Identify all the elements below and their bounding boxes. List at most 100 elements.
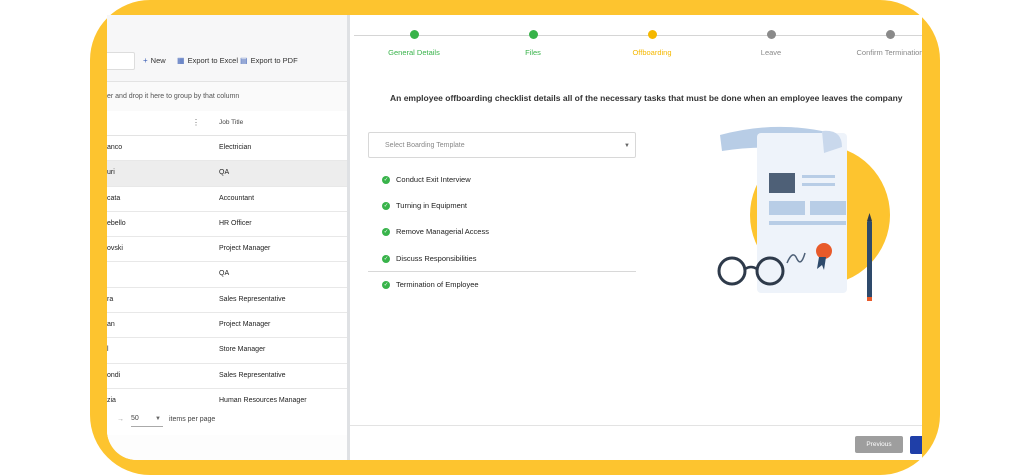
grid-pager: → 50 ▼ items per page	[107, 407, 347, 435]
step-dot	[885, 30, 895, 39]
step-files[interactable]: Files	[483, 30, 583, 57]
job-title-cell: Sales Representative	[219, 295, 286, 303]
text-block	[810, 201, 846, 215]
employee-name-cell: uri	[107, 169, 115, 177]
pencil-eraser	[867, 297, 872, 301]
table-row[interactable]: ondi Sales Representative	[107, 363, 347, 389]
grid-footer	[107, 435, 347, 460]
boarding-template-select[interactable]: Select Boarding Template ▼	[368, 132, 636, 158]
task-label: Discuss Responsibilities	[396, 254, 477, 263]
step-dot	[766, 30, 776, 39]
table-row[interactable]: ebello HR Officer	[107, 211, 347, 238]
job-title-cell: Accountant	[219, 194, 255, 202]
job-title-cell: Project Manager	[219, 321, 271, 329]
job-title-cell: Store Manager	[219, 346, 266, 354]
export-pdf-button[interactable]: ▤ Export to PDF	[240, 56, 298, 65]
wizard-footer-divider	[350, 425, 922, 426]
table-row[interactable]: anco Electrician	[107, 136, 347, 162]
employee-name-cell: l	[107, 346, 109, 354]
column-menu-icon[interactable]: ⋮	[192, 118, 200, 127]
next-button[interactable]	[910, 436, 922, 454]
page-size-value: 50	[131, 415, 139, 422]
job-title-cell: Project Manager	[219, 245, 271, 253]
task-item[interactable]: ✓ Discuss Responsibilities	[382, 254, 477, 264]
next-page-icon[interactable]: →	[117, 416, 124, 423]
employee-name-cell: ra	[107, 295, 114, 303]
job-title-cell: Electrician	[219, 144, 252, 151]
task-label: Remove Managerial Access	[396, 227, 489, 236]
task-item[interactable]: ✓ Conduct Exit Interview	[382, 175, 471, 185]
boarding-template-placeholder: Select Boarding Template	[385, 142, 465, 149]
chevron-down-icon: ▼	[624, 143, 630, 149]
items-per-page-label: items per page	[169, 416, 216, 423]
offboarding-description: An employee offboarding checklist detail…	[390, 93, 903, 103]
task-item[interactable]: ✓ Turning in Equipment	[382, 201, 467, 211]
text-line	[802, 183, 835, 186]
task-label: Conduct Exit Interview	[396, 175, 471, 184]
table-row[interactable]: ra Sales Representative	[107, 287, 347, 314]
step-offboarding[interactable]: Offboarding	[602, 30, 702, 57]
text-line	[802, 175, 835, 178]
excel-icon: ▦	[177, 56, 185, 65]
employee-name-cell: anco	[107, 144, 123, 151]
grid-toolbar: s +New ▦Export to Excel ▤Export to PDF	[107, 15, 347, 81]
text-block	[769, 201, 805, 215]
job-title-header[interactable]: Job Title	[219, 119, 243, 126]
employee-name-cell: ebello	[107, 219, 126, 227]
employee-grid-panel: s +New ▦Export to Excel ▤Export to PDF e…	[107, 15, 347, 460]
previous-button[interactable]: Previous	[855, 436, 903, 453]
task-item[interactable]: ✓ Remove Managerial Access	[382, 227, 489, 237]
table-row[interactable]: ovski Project Manager	[107, 237, 347, 263]
job-title-cell: QA	[219, 169, 230, 177]
employee-name-cell: ondi	[107, 371, 121, 379]
job-title-cell: QA	[219, 270, 230, 278]
job-title-cell: Human Resources Manager	[219, 396, 307, 404]
step-dot	[647, 30, 657, 39]
step-label: Files	[525, 48, 541, 57]
search-input[interactable]: s	[107, 52, 135, 70]
check-circle-icon: ✓	[382, 228, 390, 237]
table-row[interactable]: an Project Manager	[107, 313, 347, 339]
step-label: Offboarding	[632, 48, 672, 57]
table-row[interactable]: l Store Manager	[107, 338, 347, 364]
chevron-down-icon: ▼	[155, 416, 161, 422]
plus-icon: +	[143, 56, 148, 65]
export-excel-button[interactable]: ▦ Export to Excel	[177, 56, 238, 65]
employee-name-cell: zia	[107, 396, 116, 404]
checklist-illustration	[717, 126, 890, 301]
glasses-lens-left	[717, 256, 747, 286]
seal-icon	[816, 243, 832, 259]
step-general-details[interactable]: General Details	[364, 30, 464, 57]
check-circle-icon: ✓	[382, 281, 390, 290]
task-item[interactable]: ✓ Termination of Employee	[382, 280, 479, 290]
pencil-icon	[867, 221, 872, 301]
new-button-label: New	[150, 56, 166, 65]
task-label: Termination of Employee	[396, 280, 479, 289]
step-label: General Details	[388, 48, 440, 57]
app-screen: s +New ▦Export to Excel ▤Export to PDF e…	[107, 15, 922, 460]
table-row[interactable]: cata Accountant	[107, 186, 347, 212]
employee-name-cell: cata	[107, 194, 121, 202]
task-divider	[368, 271, 636, 272]
job-title-cell: Sales Representative	[219, 371, 286, 379]
employee-grid: ⋮ Job Title anco Electrician uri QA cata Acco…	[107, 111, 347, 415]
step-label: Confirm Termination	[856, 48, 923, 57]
step-leave[interactable]: Leave	[721, 30, 821, 57]
table-row[interactable]: uri QA	[107, 161, 347, 187]
group-by-drop-zone[interactable]: er and drop it here to group by that col…	[107, 81, 347, 113]
table-row[interactable]: QA	[107, 262, 347, 288]
grid-header: ⋮ Job Title	[107, 111, 347, 136]
step-dot	[409, 30, 419, 39]
page-size-select[interactable]: 50 ▼	[131, 412, 163, 427]
employee-name-cell: an	[107, 321, 115, 329]
glasses-bridge	[744, 265, 758, 271]
new-button[interactable]: + New	[143, 56, 166, 65]
text-line	[769, 221, 846, 225]
offboarding-wizard: General Details Files Offboarding Leave Conf…	[350, 15, 922, 460]
step-confirm-termination[interactable]: Confirm Termination	[840, 30, 922, 57]
step-label: Leave	[760, 48, 782, 57]
step-dot	[528, 30, 538, 39]
check-circle-icon: ✓	[382, 255, 390, 264]
pdf-icon: ▤	[240, 56, 248, 65]
check-circle-icon: ✓	[382, 202, 390, 211]
